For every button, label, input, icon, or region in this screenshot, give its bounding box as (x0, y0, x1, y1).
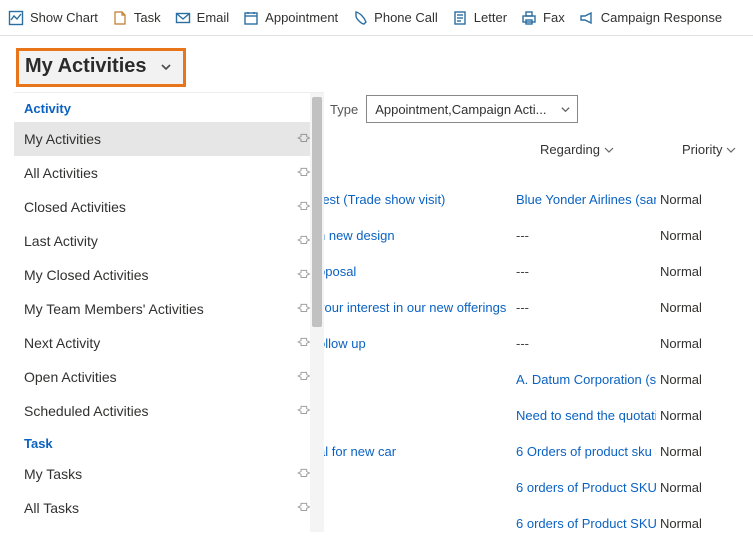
email-label: Email (197, 10, 230, 25)
cell-regarding[interactable]: A. Datum Corporation (sa (516, 372, 656, 387)
cell-priority: Normal (660, 480, 702, 495)
cell-priority: Normal (660, 444, 702, 459)
view-option[interactable]: All Tasks (14, 491, 324, 525)
show-chart-label: Show Chart (30, 10, 98, 25)
cell-subject[interactable]: al for new car (318, 444, 396, 459)
view-option-label: Open Activities (24, 369, 117, 385)
appointment-button[interactable]: Appointment (243, 10, 338, 26)
view-option-label: Scheduled Activities (24, 403, 149, 419)
cell-priority: Normal (660, 408, 702, 423)
view-option-label: My Activities (24, 131, 101, 147)
letter-icon (452, 10, 468, 26)
view-option[interactable]: My Activities (14, 122, 324, 156)
cell-priority: Normal (660, 336, 702, 351)
column-header-priority[interactable]: Priority (682, 142, 736, 157)
cell-priority: Normal (660, 516, 702, 531)
cell-regarding[interactable]: 6 orders of Product SKU . (516, 480, 656, 495)
view-selector[interactable]: My Activities (16, 48, 186, 87)
letter-label: Letter (474, 10, 507, 25)
campaign-icon (579, 10, 595, 26)
view-group-header: Activity (14, 93, 324, 122)
fax-button[interactable]: Fax (521, 10, 565, 26)
email-icon (175, 10, 191, 26)
cell-subject[interactable]: n new design (318, 228, 395, 243)
command-bar: Show Chart Task Email Appointment Phone … (0, 0, 753, 36)
view-option[interactable]: My Closed Activities (14, 258, 324, 292)
task-icon (112, 10, 128, 26)
activity-type-value: Appointment,Campaign Acti... (375, 102, 546, 117)
phone-icon (352, 10, 368, 26)
cell-subject[interactable]: rest (Trade show visit) (318, 192, 445, 207)
phone-call-label: Phone Call (374, 10, 438, 25)
view-option-label: All Activities (24, 165, 98, 181)
dropdown-scrollbar-track[interactable] (310, 93, 324, 532)
view-selector-title: My Activities (25, 55, 147, 78)
column-header-regarding[interactable]: Regarding (540, 142, 614, 157)
view-bar: My Activities (0, 36, 753, 92)
view-selector-dropdown: Activity My Activities All Activities Close… (14, 92, 324, 532)
chevron-down-icon (560, 104, 571, 115)
view-option-label: Next Activity (24, 335, 100, 351)
view-option[interactable]: Closed Activities (14, 190, 324, 224)
view-option-label: My Team Members' Activities (24, 301, 204, 317)
cell-priority: Normal (660, 228, 702, 243)
chevron-down-icon (159, 60, 173, 74)
cell-regarding[interactable]: Need to send the quotati (516, 408, 656, 423)
view-option[interactable]: Last Activity (14, 224, 324, 258)
view-option[interactable]: Open Activities (14, 360, 324, 394)
view-option-label: All Tasks (24, 500, 79, 516)
activity-type-filter[interactable]: Appointment,Campaign Acti... (366, 95, 578, 123)
chevron-down-icon (604, 145, 614, 155)
view-option-label: My Closed Activities (24, 267, 148, 283)
chevron-down-icon (726, 145, 736, 155)
show-chart-button[interactable]: Show Chart (8, 10, 98, 26)
fax-icon (521, 10, 537, 26)
activities-view-screen: Show Chart Task Email Appointment Phone … (0, 0, 753, 536)
calendar-icon (243, 10, 259, 26)
view-option[interactable]: All Activities (14, 156, 324, 190)
column-header-priority-label: Priority (682, 142, 722, 157)
letter-button[interactable]: Letter (452, 10, 507, 26)
dropdown-scrollbar-thumb[interactable] (312, 97, 322, 327)
fax-label: Fax (543, 10, 565, 25)
cell-regarding[interactable]: 6 orders of Product SKU . (516, 516, 656, 531)
view-group-header: Phone Call (14, 525, 324, 532)
view-option[interactable]: My Team Members' Activities (14, 292, 324, 326)
column-header-regarding-label: Regarding (540, 142, 600, 157)
phone-call-button[interactable]: Phone Call (352, 10, 438, 26)
cell-regarding[interactable]: 6 Orders of product sku J (516, 444, 656, 459)
view-option-label: Closed Activities (24, 199, 126, 215)
view-option-label: My Tasks (24, 466, 82, 482)
cell-priority: Normal (660, 192, 702, 207)
cell-regarding: --- (516, 300, 529, 315)
cell-regarding: --- (516, 264, 529, 279)
task-button[interactable]: Task (112, 10, 161, 26)
cell-priority: Normal (660, 300, 702, 315)
view-option-label: Last Activity (24, 233, 98, 249)
campaign-response-label: Campaign Response (601, 10, 722, 25)
view-option[interactable]: Next Activity (14, 326, 324, 360)
view-option[interactable]: Scheduled Activities (14, 394, 324, 428)
cell-subject[interactable]: your interest in our new offerings (318, 300, 506, 315)
cell-priority: Normal (660, 264, 702, 279)
appointment-label: Appointment (265, 10, 338, 25)
activity-type-label: Type (330, 102, 358, 117)
cell-priority: Normal (660, 372, 702, 387)
view-group-header: Task (14, 428, 324, 457)
task-label: Task (134, 10, 161, 25)
cell-regarding: --- (516, 336, 529, 351)
campaign-response-button[interactable]: Campaign Response (579, 10, 722, 26)
cell-regarding: --- (516, 228, 529, 243)
view-option[interactable]: My Tasks (14, 457, 324, 491)
view-selector-dropdown-list: Activity My Activities All Activities Close… (14, 93, 324, 532)
chart-icon (8, 10, 24, 26)
cell-subject[interactable]: ollow up (318, 336, 366, 351)
cell-regarding[interactable]: Blue Yonder Airlines (sam (516, 192, 656, 207)
email-button[interactable]: Email (175, 10, 230, 26)
